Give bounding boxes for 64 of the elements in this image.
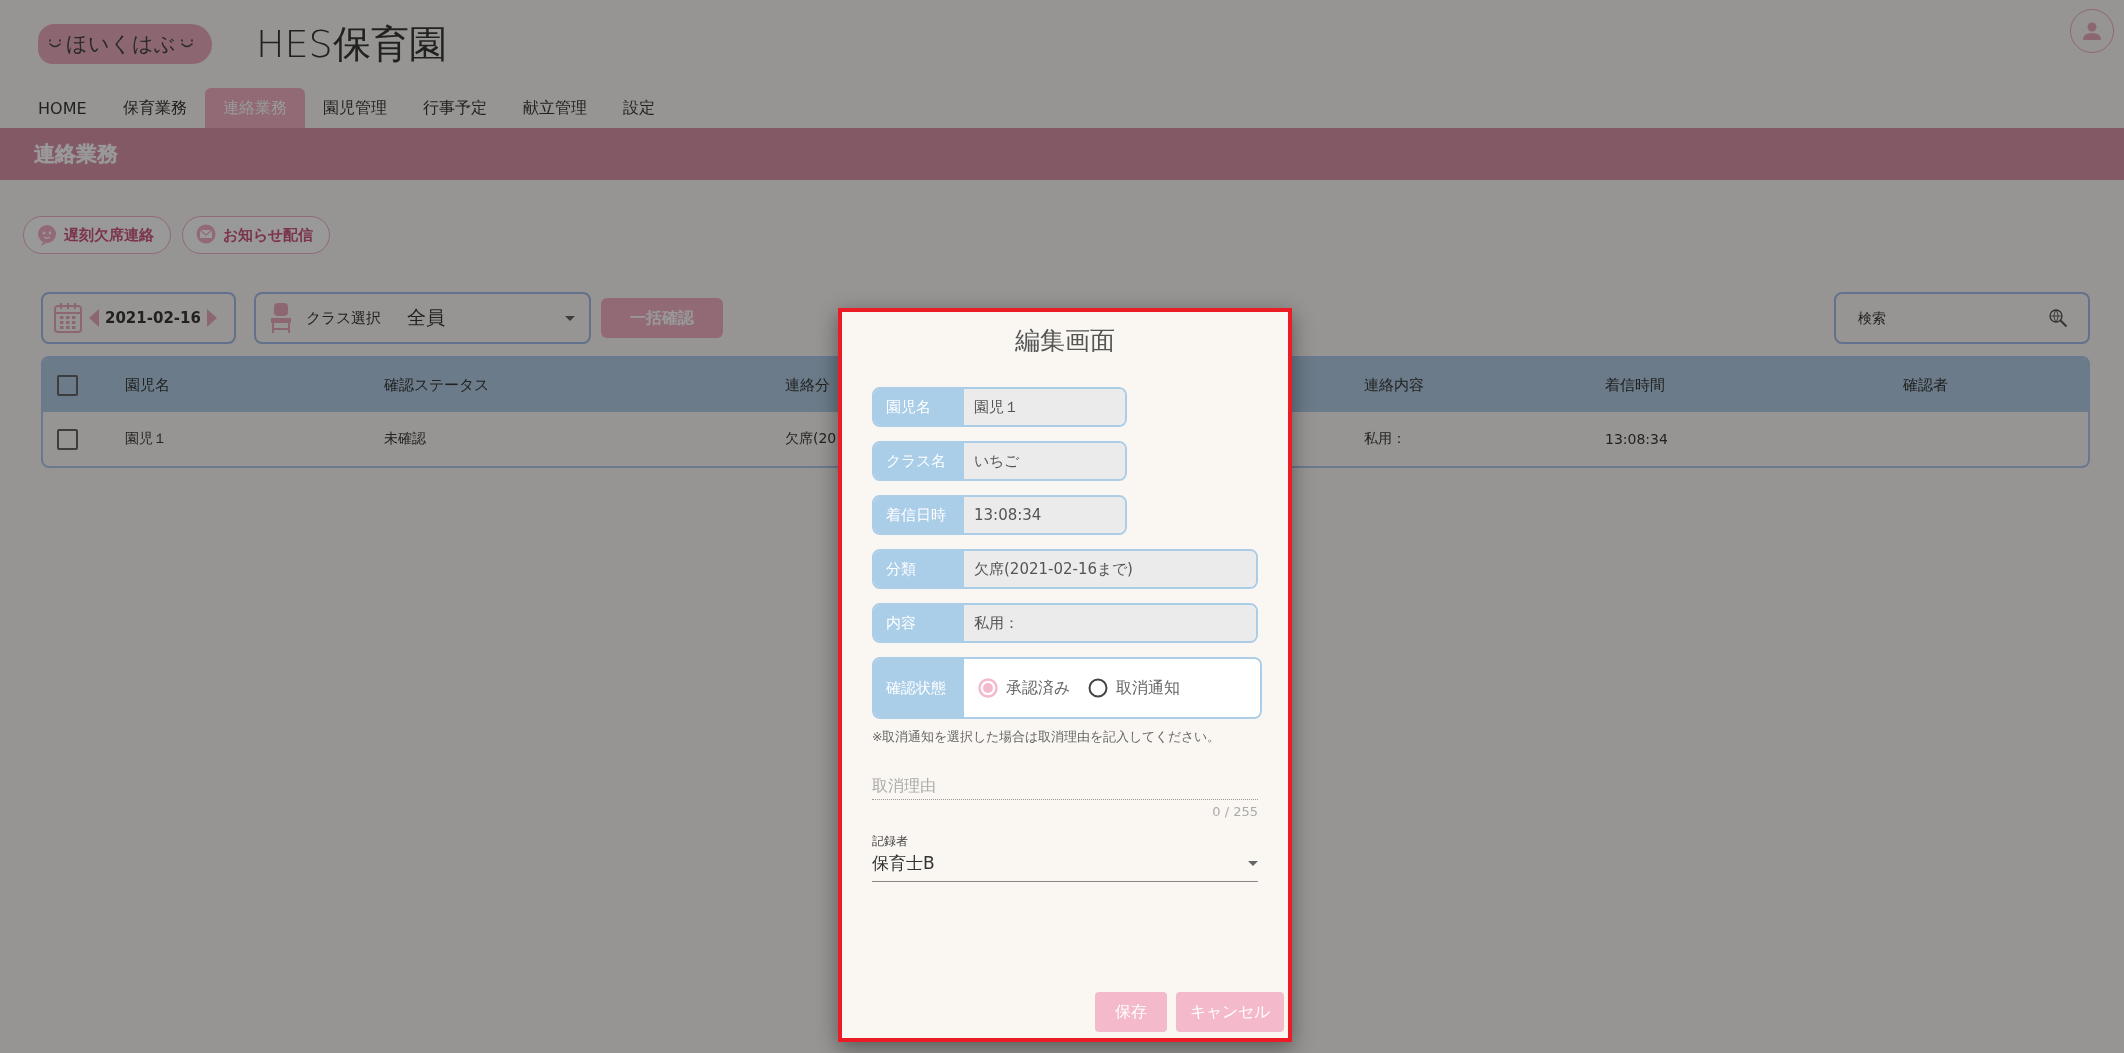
logo-text: ほいくはぶ	[66, 31, 176, 58]
nav-tab[interactable]: HOME	[20, 88, 105, 128]
field-label: 確認状態	[874, 659, 964, 717]
next-date-button[interactable]	[206, 309, 217, 327]
field-label: クラス名	[874, 443, 964, 479]
field-label: 着信日時	[874, 497, 964, 533]
checkbox[interactable]	[57, 374, 78, 396]
column-header: 園児名	[125, 375, 171, 395]
caret-icon	[565, 315, 575, 321]
chair-icon	[270, 302, 292, 334]
field-value: 園児１	[964, 389, 1125, 425]
nav-tab[interactable]: 行事予定	[404, 88, 505, 128]
caret-icon	[1248, 861, 1258, 866]
radio-option[interactable]: 取消通知	[1088, 677, 1180, 699]
column-header: 連絡分	[785, 375, 831, 395]
right-triangle-icon	[206, 309, 217, 327]
nav-tab[interactable]: 保育業務	[104, 88, 205, 128]
field-value: 欠席(2021-02-16まで)	[964, 551, 1256, 587]
field-value: 13:08:34	[964, 497, 1125, 533]
left-triangle-icon	[89, 309, 99, 327]
character-counter: 0 / 255	[1212, 804, 1258, 819]
field-label: 内容	[874, 605, 964, 641]
table-cell-text: 私用：	[1364, 430, 1407, 448]
date-picker[interactable]: 2021-02-16	[41, 292, 236, 344]
person-icon	[2082, 21, 2102, 41]
class-select[interactable]: クラス選択 全員	[254, 292, 591, 344]
class-select-value: 全員	[407, 305, 445, 330]
table-cell-text: 園児１	[125, 430, 168, 448]
dialog-title: 編集画面	[1014, 325, 1116, 357]
field-value: 私用：	[964, 605, 1256, 641]
table-cell-text: 欠席(20	[785, 430, 838, 448]
field-label: 分類	[874, 551, 964, 587]
recorder-label: 記録者	[872, 833, 909, 850]
column-header: 着信時間	[1605, 375, 1666, 395]
action-button[interactable]: お知らせ配信	[182, 216, 330, 254]
table-cell-text: 未確認	[384, 430, 427, 448]
column-header: 確認者	[1903, 375, 1949, 395]
nav-tab[interactable]: 設定	[604, 88, 673, 128]
field-value: いちご	[964, 443, 1125, 479]
search-icon	[2048, 308, 2068, 328]
column-header: 確認ステータス	[384, 375, 490, 395]
field-label: 園児名	[874, 389, 964, 425]
radio-option[interactable]: 承認済み	[978, 677, 1070, 699]
previous-date-button[interactable]	[89, 309, 99, 327]
table-cell-text: 13:08:34	[1605, 431, 1669, 447]
smile-icon	[48, 39, 62, 49]
calendar-icon	[53, 302, 83, 334]
reason-field[interactable]: 取消理由	[872, 772, 1258, 800]
column-header: 連絡内容	[1364, 375, 1425, 395]
nav-tab[interactable]: 園児管理	[304, 88, 405, 128]
face-icon	[36, 224, 58, 246]
page-heading: 連絡業務	[34, 141, 118, 168]
recorder-select[interactable]: 保育士B	[872, 850, 1258, 882]
envelope-icon	[195, 224, 217, 246]
recorder-value: 保育士B	[872, 852, 935, 875]
action-button[interactable]: 遅刻欠席連絡	[23, 216, 171, 254]
class-select-label: クラス選択	[306, 308, 381, 328]
app-title: HES保育園	[256, 20, 447, 68]
smile-icon	[180, 39, 194, 49]
search-field[interactable]: 検索	[1834, 292, 2090, 344]
note-text: ※取消通知を選択した場合は取消理由を記入してください。	[872, 729, 1222, 746]
nav-tab[interactable]: 献立管理	[504, 88, 605, 128]
date-text: 2021-02-16	[105, 309, 201, 327]
checkbox[interactable]	[57, 428, 78, 450]
